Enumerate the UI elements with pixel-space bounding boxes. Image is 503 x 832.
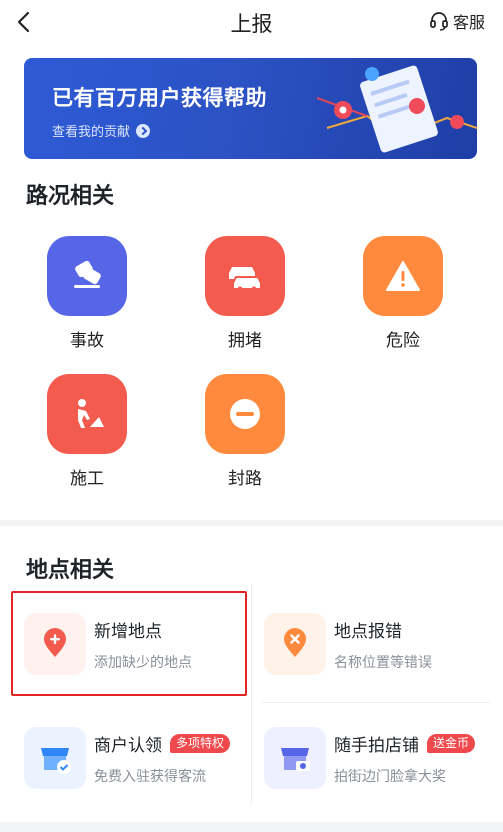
- view-contribution-link[interactable]: 查看我的贡献: [52, 121, 151, 140]
- warning-icon: [363, 236, 443, 316]
- page-title: 上报: [230, 12, 273, 36]
- report-accident-button[interactable]: 事故: [37, 236, 137, 351]
- snap-shop-card[interactable]: 随手拍店铺 送金币 拍街边门脸拿大奖: [264, 706, 494, 810]
- danger-label: 危险: [386, 331, 420, 351]
- customer-service-label: 客服: [452, 13, 485, 32]
- congestion-car-icon: [205, 236, 285, 316]
- coin-badge: 送金币: [427, 733, 476, 753]
- snap-shop-title: 随手拍店铺: [334, 735, 419, 756]
- report-illustration-icon: [316, 65, 477, 153]
- divider: [251, 584, 252, 804]
- construction-worker-icon: [47, 374, 127, 454]
- contribution-banner[interactable]: 已有百万用户获得帮助 查看我的贡献: [24, 58, 477, 159]
- shop-camera-icon: [264, 727, 326, 789]
- report-danger-button[interactable]: 危险: [353, 236, 453, 351]
- location-error-icon: [264, 613, 326, 675]
- place-error-card[interactable]: 地点报错 名称位置等错误: [264, 592, 494, 696]
- headset-icon: [430, 12, 448, 31]
- top-bar: 上报 客服: [0, 0, 503, 44]
- report-construction-button[interactable]: 施工: [37, 374, 137, 489]
- place-error-title: 地点报错: [334, 621, 402, 642]
- privilege-badge: 多项特权: [170, 733, 231, 753]
- road-section: 已有百万用户获得帮助 查看我的贡献 路况相关 事故 拥堵 危险 施工 封路: [0, 44, 503, 520]
- divider: [262, 702, 490, 703]
- road-closed-icon: [205, 374, 285, 454]
- congestion-label: 拥堵: [228, 331, 262, 351]
- banner-title: 已有百万用户获得帮助: [52, 86, 267, 110]
- shop-verify-icon: [24, 727, 86, 789]
- merchant-claim-title: 商户认领: [94, 735, 162, 756]
- merchant-claim-subtitle: 免费入驻获得客流: [94, 768, 206, 785]
- merchant-claim-card[interactable]: 商户认领 多项特权 免费入驻获得客流: [24, 706, 246, 810]
- accident-icon: [47, 236, 127, 316]
- construction-label: 施工: [70, 469, 104, 489]
- chevron-right-icon: [136, 123, 151, 138]
- road-closed-label: 封路: [228, 469, 262, 489]
- place-section-title: 地点相关: [26, 558, 115, 583]
- accident-label: 事故: [70, 331, 104, 351]
- road-section-title: 路况相关: [26, 184, 115, 209]
- banner-link-label: 查看我的贡献: [52, 125, 131, 140]
- report-congestion-button[interactable]: 拥堵: [195, 236, 295, 351]
- place-error-subtitle: 名称位置等错误: [334, 654, 432, 671]
- snap-shop-subtitle: 拍街边门脸拿大奖: [334, 768, 446, 785]
- customer-service-button[interactable]: 客服: [429, 9, 485, 33]
- report-road-closed-button[interactable]: 封路: [195, 374, 295, 489]
- selection-highlight: [11, 591, 247, 696]
